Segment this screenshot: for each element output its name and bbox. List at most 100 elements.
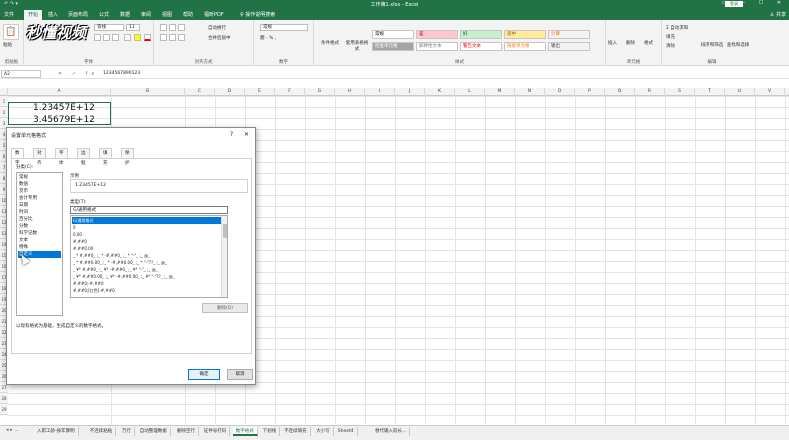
cell-style-item[interactable]: 常规	[372, 30, 414, 39]
font-name-select[interactable]: 等线	[94, 24, 124, 31]
row-header-28[interactable]: 28	[0, 393, 8, 404]
delete-cells-button[interactable]: 删除	[626, 40, 635, 46]
sheet-nav-arrows[interactable]: ◂ ▸ ...	[6, 427, 19, 433]
delete-format-button[interactable]: 删除(D)	[202, 303, 248, 313]
select-all-corner[interactable]	[0, 88, 8, 96]
border-icon[interactable]	[124, 34, 131, 41]
type-item[interactable]: _ * #,##0.00_ ;_ * -#,##0.00_ ;_ * "-"??…	[72, 259, 221, 266]
close-icon[interactable]: ✕	[244, 131, 249, 138]
type-item[interactable]: _ * #,##0_ ;_ * -#,##0_ ;_ * "-"_ ;_ @_	[72, 252, 221, 259]
share-button[interactable]: ♙ 共享	[770, 11, 786, 18]
column-header-u[interactable]: U	[725, 88, 755, 96]
autosum-button[interactable]: Σ 自动求和	[666, 25, 688, 31]
align-top-icon[interactable]	[160, 24, 167, 31]
cell-style-item[interactable]: 输出	[548, 42, 590, 51]
tab-review[interactable]: 审阅	[137, 10, 155, 20]
row-header-2[interactable]: 2	[0, 107, 8, 118]
column-header-e[interactable]: E	[245, 88, 275, 96]
tab-view[interactable]: 视图	[158, 10, 176, 20]
category-item[interactable]: 科学记数	[18, 230, 61, 237]
category-item[interactable]: 日期	[18, 202, 61, 209]
cell-style-item[interactable]: 适中	[504, 30, 546, 39]
conditional-format-button[interactable]: 条件格式	[318, 40, 342, 46]
column-header-j[interactable]: J	[395, 88, 425, 96]
category-item[interactable]: 会计专用	[18, 195, 61, 202]
fill-button[interactable]: 填充	[666, 34, 675, 40]
sheet-tab[interactable]: 大小写	[313, 427, 334, 436]
column-header-p[interactable]: P	[575, 88, 605, 96]
sheet-tab[interactable]: 下划线	[260, 427, 281, 436]
row-header-29[interactable]: 29	[0, 404, 8, 415]
type-list[interactable]: G/通用格式 0 0.00 #,##0 #,##0.00 _ * #,##0_ ;_ * …	[70, 215, 228, 298]
category-item[interactable]: 文本	[18, 237, 61, 244]
number-format-select[interactable]: 常规	[260, 24, 308, 31]
format-cells-button[interactable]: 格式	[644, 40, 653, 46]
cell-style-item[interactable]: 检查单元格	[372, 42, 414, 51]
type-item[interactable]: 0.00	[72, 231, 221, 238]
dialog-tab-fill[interactable]: 填充	[99, 148, 112, 166]
wrap-text-button[interactable]: 自动换行	[208, 25, 226, 31]
type-item[interactable]: _ ¥* #,##0.00_ ;_ ¥* -#,##0.00_ ;_ ¥* "-…	[72, 273, 221, 280]
type-input[interactable]: G/通用格式	[70, 206, 228, 214]
type-item[interactable]: 0	[72, 224, 221, 231]
tab-insert[interactable]: 插入	[44, 10, 62, 20]
sheet-tab[interactable]: 不连续填充	[281, 427, 311, 436]
formula-icons[interactable]: ✕ ✓ fx	[58, 71, 98, 77]
dialog-tab-protection[interactable]: 保护	[121, 148, 134, 166]
align-center-icon[interactable]	[169, 34, 176, 41]
cell-style-item[interactable]: 差	[416, 30, 458, 39]
paste-button[interactable]: 📋	[3, 24, 19, 40]
clear-button[interactable]: 清除	[666, 43, 675, 49]
align-left-icon[interactable]	[160, 34, 167, 41]
underline-icon[interactable]	[112, 34, 119, 41]
formula-input[interactable]: 12345678901​23	[103, 71, 140, 76]
category-item[interactable]: 时间	[18, 209, 61, 216]
tab-data[interactable]: 数据	[116, 10, 134, 20]
column-header-g[interactable]: G	[305, 88, 335, 96]
cell-style-item[interactable]: 计算	[548, 30, 590, 39]
tab-formulas[interactable]: 公式	[95, 10, 113, 20]
column-header-l[interactable]: L	[455, 88, 485, 96]
dialog-tab-border[interactable]: 边框	[77, 148, 90, 166]
column-header-q[interactable]: Q	[605, 88, 635, 96]
scrollbar-thumb[interactable]	[223, 224, 227, 238]
bold-icon[interactable]	[94, 34, 101, 41]
italic-icon[interactable]	[103, 34, 110, 41]
currency-format-icon[interactable]: 圖 - % ,	[260, 35, 276, 41]
font-color-icon[interactable]	[144, 34, 151, 41]
category-list[interactable]: 常规 数值 货币 会计专用 日期 时间 百分比 分数 科学记数 文本 特殊 自定义	[16, 172, 63, 316]
sheet-tab[interactable]: 入职工龄-按年算明	[34, 427, 79, 436]
column-header-b[interactable]: B	[111, 88, 185, 96]
column-header-d[interactable]: D	[215, 88, 245, 96]
type-list-scrollbar[interactable]	[221, 216, 227, 297]
align-bottom-icon[interactable]	[178, 24, 185, 31]
merge-center-button[interactable]: 合并后居中	[208, 35, 231, 41]
sheet-tab[interactable]: 自动整理数据	[137, 427, 171, 436]
help-icon[interactable]: ?	[230, 131, 233, 138]
dialog-tab-alignment[interactable]: 对齐	[33, 148, 46, 166]
column-header-m[interactable]: M	[485, 88, 515, 96]
column-header-c[interactable]: C	[185, 88, 215, 96]
cell-style-item[interactable]: 链接单元格	[504, 42, 546, 51]
category-item[interactable]: 特殊	[18, 244, 61, 251]
tell-me-search[interactable]: ♀ 操作说明搜索	[236, 10, 279, 20]
sheet-tab[interactable]: 证件号打码	[201, 427, 231, 436]
column-header-o[interactable]: O	[545, 88, 575, 96]
align-right-icon[interactable]	[178, 34, 185, 41]
tab-page-layout[interactable]: 页面布局	[64, 10, 92, 20]
column-header-i[interactable]: I	[365, 88, 395, 96]
font-size-select[interactable]: 11	[126, 24, 140, 31]
sheet-tab[interactable]: Sheet4	[335, 427, 358, 436]
tab-help[interactable]: 帮助	[179, 10, 197, 20]
type-item[interactable]: #,##0.00	[72, 245, 221, 252]
row-header-1[interactable]: 1	[0, 96, 8, 107]
cancel-button[interactable]: 取消	[227, 369, 253, 380]
type-item[interactable]: #,##0	[72, 238, 221, 245]
column-header-k[interactable]: K	[425, 88, 455, 96]
column-header-r[interactable]: R	[635, 88, 665, 96]
category-item[interactable]: 货币	[18, 188, 61, 195]
sheet-tab[interactable]: 不连续粘贴	[87, 427, 117, 436]
tab-home[interactable]: 开始	[24, 10, 43, 20]
category-item[interactable]: 常规	[18, 174, 61, 181]
cell-style-item[interactable]: 解释性文本	[416, 42, 458, 51]
